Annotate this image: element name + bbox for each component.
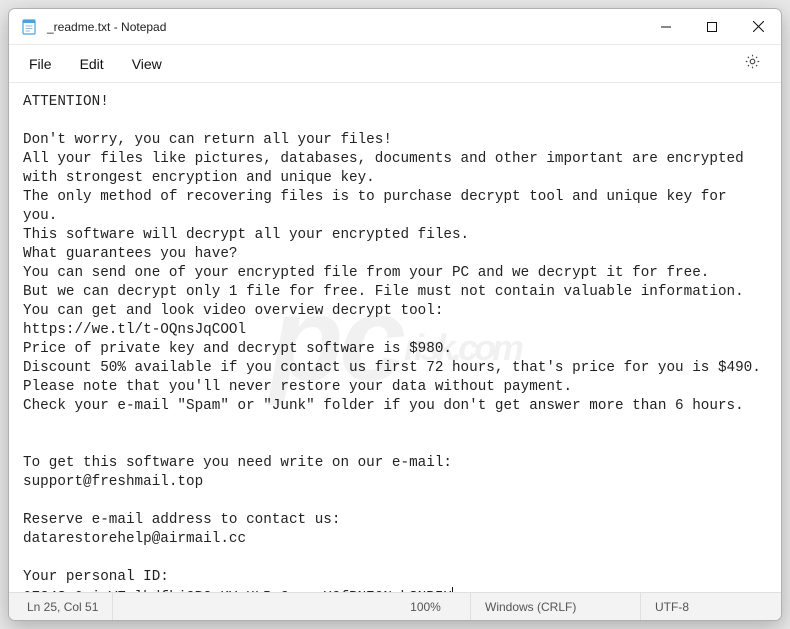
- close-button[interactable]: [735, 9, 781, 45]
- line: Check your e-mail "Spam" or "Junk" folde…: [23, 398, 744, 414]
- text-caret: [452, 587, 453, 592]
- line: 0734SwOsieVZylbdfkjCP2wKYcHLBeCxpmsXCfRN…: [23, 590, 452, 592]
- line: The only method of recovering files is t…: [23, 189, 735, 224]
- line: datarestorehelp@airmail.cc: [23, 531, 246, 547]
- line: ATTENTION!: [23, 94, 109, 110]
- statusbar: Ln 25, Col 51 100% Windows (CRLF) UTF-8: [9, 592, 781, 620]
- menu-file[interactable]: File: [15, 50, 66, 78]
- line: Please note that you'll never restore yo…: [23, 379, 572, 395]
- menubar: File Edit View: [9, 45, 781, 83]
- settings-button[interactable]: [735, 48, 769, 80]
- line: This software will decrypt all your encr…: [23, 227, 469, 243]
- notepad-icon: [21, 18, 39, 36]
- notepad-window: _readme.txt - Notepad File Edit View ATT…: [8, 8, 782, 621]
- line: support@freshmail.top: [23, 474, 203, 490]
- text-area[interactable]: ATTENTION! Don't worry, you can return a…: [9, 83, 781, 592]
- line: Your personal ID:: [23, 569, 169, 585]
- line: You can get and look video overview decr…: [23, 303, 443, 319]
- status-eol: Windows (CRLF): [471, 593, 641, 620]
- line: What guarantees you have?: [23, 246, 238, 262]
- line: Reserve e-mail address to contact us:: [23, 512, 340, 528]
- status-position: Ln 25, Col 51: [9, 593, 113, 620]
- line: Price of private key and decrypt softwar…: [23, 341, 452, 357]
- line: Discount 50% available if you contact us…: [23, 360, 761, 376]
- line: To get this software you need write on o…: [23, 455, 452, 471]
- window-title: _readme.txt - Notepad: [47, 20, 166, 34]
- line: But we can decrypt only 1 file for free.…: [23, 284, 744, 300]
- line: You can send one of your encrypted file …: [23, 265, 709, 281]
- line: All your files like pictures, databases,…: [23, 151, 752, 186]
- line: Don't worry, you can return all your fil…: [23, 132, 392, 148]
- titlebar[interactable]: _readme.txt - Notepad: [9, 9, 781, 45]
- status-encoding: UTF-8: [641, 593, 781, 620]
- maximize-button[interactable]: [689, 9, 735, 45]
- gear-icon: [744, 53, 761, 75]
- menu-view[interactable]: View: [118, 50, 176, 78]
- minimize-button[interactable]: [643, 9, 689, 45]
- line: https://we.tl/t-OQnsJqCOOl: [23, 322, 246, 338]
- status-zoom[interactable]: 100%: [381, 593, 471, 620]
- menu-edit[interactable]: Edit: [66, 50, 118, 78]
